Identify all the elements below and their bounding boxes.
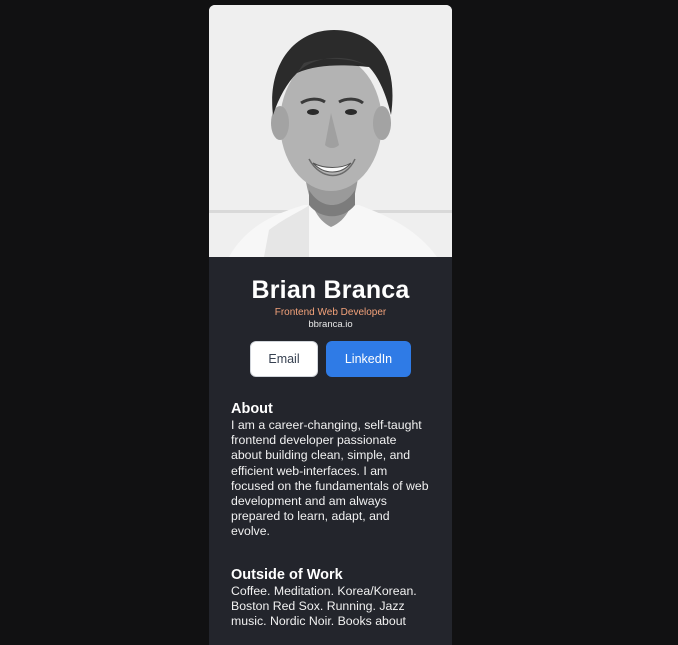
profile-website: bbranca.io (308, 319, 353, 330)
profile-info: Brian Branca Frontend Web Developer bbra… (209, 257, 452, 377)
about-section: About I am a career-changing, self-taugh… (209, 401, 452, 540)
profile-name: Brian Branca (251, 276, 410, 304)
about-body: I am a career-changing, self-taught fron… (231, 418, 429, 539)
profile-role: Frontend Web Developer (274, 307, 387, 318)
profile-card: Brian Branca Frontend Web Developer bbra… (209, 5, 452, 645)
contact-buttons: Email LinkedIn (209, 341, 452, 377)
profile-photo (209, 5, 452, 257)
email-button[interactable]: Email (250, 341, 318, 377)
outside-work-heading: Outside of Work (231, 566, 343, 583)
outside-work-body: Coffee. Meditation. Korea/Korean. Boston… (231, 583, 417, 629)
linkedin-button[interactable]: LinkedIn (326, 341, 411, 377)
outside-work-section: Outside of Work Coffee. Meditation. Kore… (209, 567, 452, 630)
about-heading: About (231, 401, 273, 417)
